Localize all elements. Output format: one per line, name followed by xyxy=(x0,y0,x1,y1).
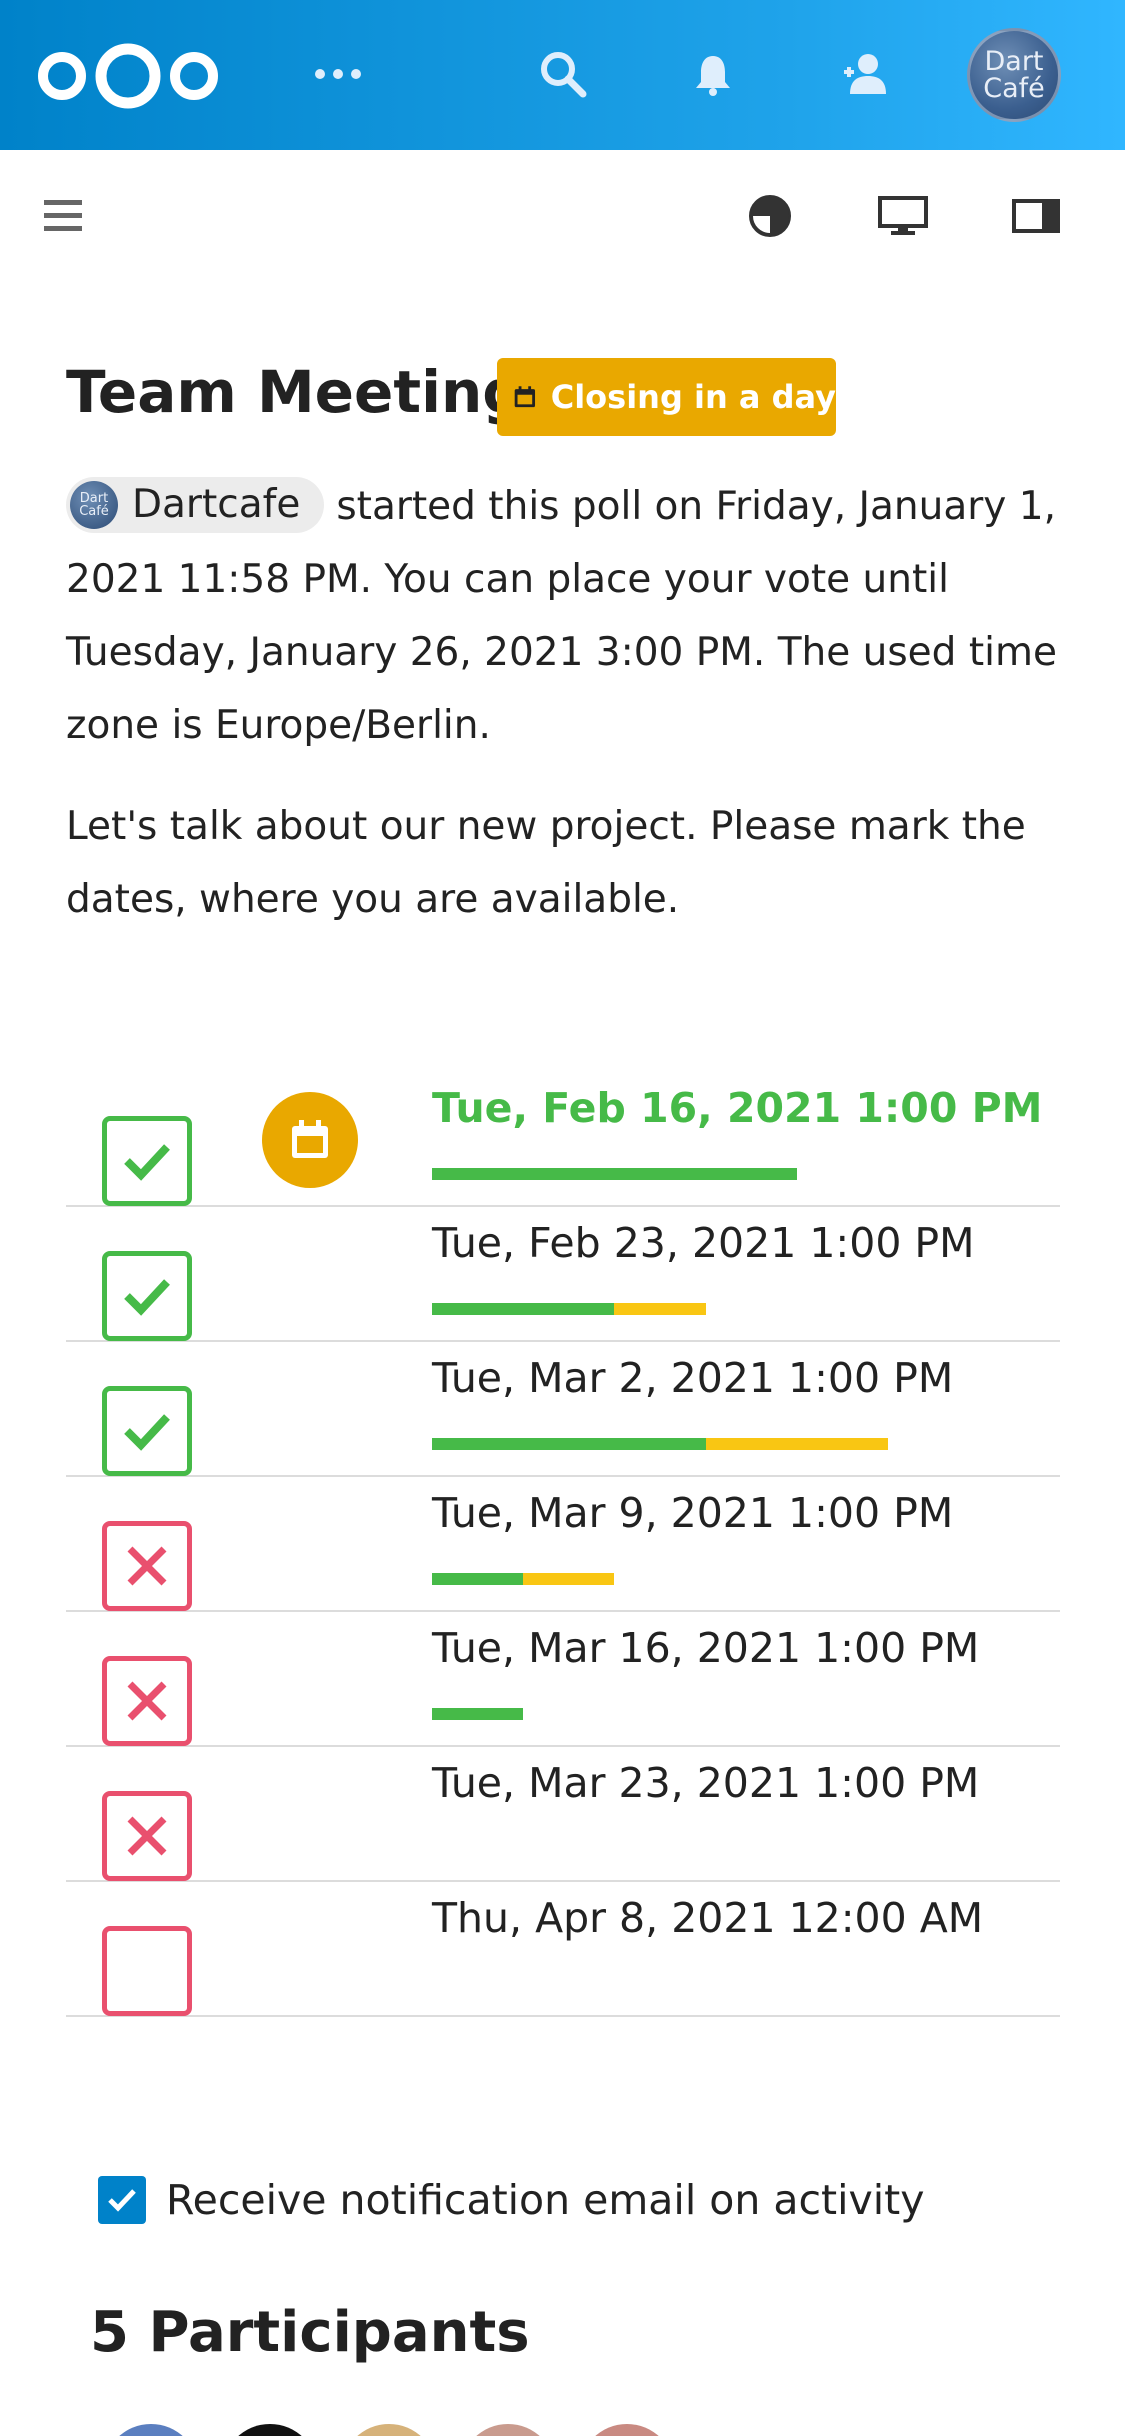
contacts-icon[interactable] xyxy=(838,46,894,102)
confirmed-option-icon xyxy=(262,1092,358,1188)
closing-badge-label: Closing in a day xyxy=(550,378,836,416)
yes-votes-segment xyxy=(432,1168,797,1180)
maybe-votes-segment xyxy=(614,1303,706,1315)
option-label: Tue, Mar 9, 2021 1:00 PM xyxy=(432,1489,954,1537)
cross-icon xyxy=(127,1546,167,1586)
apps-more-icon[interactable] xyxy=(310,46,366,102)
notification-checkbox[interactable] xyxy=(98,2176,146,2224)
check-icon xyxy=(124,1279,170,1316)
owner-avatar-line2: Café xyxy=(79,503,109,519)
participant-avatar[interactable] xyxy=(579,2424,675,2436)
sidebar-toggle-icon[interactable] xyxy=(1008,188,1064,244)
option-row: Tue, Feb 23, 2021 1:00 PM xyxy=(66,1207,1060,1342)
vote-toggle[interactable] xyxy=(102,1926,192,2016)
participants-heading: 5 Participants xyxy=(90,2300,530,2365)
option-row: Tue, Mar 16, 2021 1:00 PM xyxy=(66,1612,1060,1747)
checkmark-icon xyxy=(108,2189,136,2212)
vote-toggle[interactable] xyxy=(102,1251,192,1341)
search-icon[interactable] xyxy=(535,46,591,102)
theme-contrast-icon[interactable] xyxy=(742,188,798,244)
yes-votes-segment xyxy=(432,1573,524,1585)
option-label: Tue, Mar 23, 2021 1:00 PM xyxy=(432,1759,980,1807)
cross-icon xyxy=(127,1681,167,1721)
yes-votes-segment xyxy=(432,1438,706,1450)
notifications-bell-icon[interactable] xyxy=(685,46,741,102)
poll-info: Dart Café Dartcafe started this poll on … xyxy=(66,470,1076,762)
check-icon xyxy=(124,1144,170,1181)
vote-count-bar xyxy=(432,1708,524,1720)
owner-avatar: Dart Café xyxy=(70,480,118,529)
yes-votes-segment xyxy=(432,1303,615,1315)
vote-toggle[interactable] xyxy=(102,1386,192,1476)
poll-title: Team Meeting xyxy=(66,358,524,426)
display-icon[interactable] xyxy=(875,188,931,244)
participant-avatar[interactable] xyxy=(341,2424,437,2436)
option-row: Tue, Feb 16, 2021 1:00 PM xyxy=(66,1072,1060,1207)
option-label: Tue, Mar 16, 2021 1:00 PM xyxy=(432,1624,980,1672)
calendar-icon xyxy=(514,386,536,408)
owner-avatar-line1: Dart xyxy=(79,490,109,506)
avatar-text-line2: Café xyxy=(983,73,1045,104)
option-row: Thu, Apr 8, 2021 12:00 AM xyxy=(66,1882,1060,2017)
owner-name: Dartcafe xyxy=(132,482,301,527)
vote-toggle[interactable] xyxy=(102,1116,192,1206)
yes-votes-segment xyxy=(432,1708,524,1720)
vote-toggle[interactable] xyxy=(102,1656,192,1746)
nextcloud-logo[interactable] xyxy=(36,40,221,112)
option-label: Tue, Feb 16, 2021 1:00 PM xyxy=(432,1084,1043,1132)
menu-icon[interactable] xyxy=(35,188,91,244)
vote-toggle[interactable] xyxy=(102,1521,192,1611)
maybe-votes-segment xyxy=(705,1438,888,1450)
cross-icon xyxy=(127,1816,167,1856)
option-row: Tue, Mar 2, 2021 1:00 PM xyxy=(66,1342,1060,1477)
notification-option[interactable]: Receive notification email on activity xyxy=(98,2176,924,2224)
participant-avatar[interactable] xyxy=(103,2424,199,2436)
option-row: Tue, Mar 9, 2021 1:00 PM xyxy=(66,1477,1060,1612)
poll-description: Let's talk about our new project. Please… xyxy=(66,804,1026,922)
option-label: Tue, Feb 23, 2021 1:00 PM xyxy=(432,1219,975,1267)
option-label: Thu, Apr 8, 2021 12:00 AM xyxy=(432,1894,984,1942)
notification-label: Receive notification email on activity xyxy=(166,2176,925,2224)
vote-count-bar xyxy=(432,1303,706,1315)
vote-count-bar xyxy=(432,1573,615,1585)
participant-avatar[interactable] xyxy=(222,2424,318,2436)
avatar-text-line1: Dart xyxy=(984,46,1044,77)
vote-count-bar xyxy=(432,1168,797,1180)
option-row: Tue, Mar 23, 2021 1:00 PM xyxy=(66,1747,1060,1882)
maybe-votes-segment xyxy=(523,1573,615,1585)
closing-badge: Closing in a day xyxy=(497,358,836,436)
check-icon xyxy=(124,1414,170,1451)
vote-toggle[interactable] xyxy=(102,1791,192,1881)
top-header-bar: Dart Café xyxy=(0,0,1125,150)
participant-avatar[interactable] xyxy=(460,2424,556,2436)
owner-chip[interactable]: Dart Café Dartcafe xyxy=(66,476,325,533)
vote-count-bar xyxy=(432,1438,888,1450)
user-avatar[interactable]: Dart Café xyxy=(967,28,1061,122)
option-label: Tue, Mar 2, 2021 1:00 PM xyxy=(432,1354,954,1402)
